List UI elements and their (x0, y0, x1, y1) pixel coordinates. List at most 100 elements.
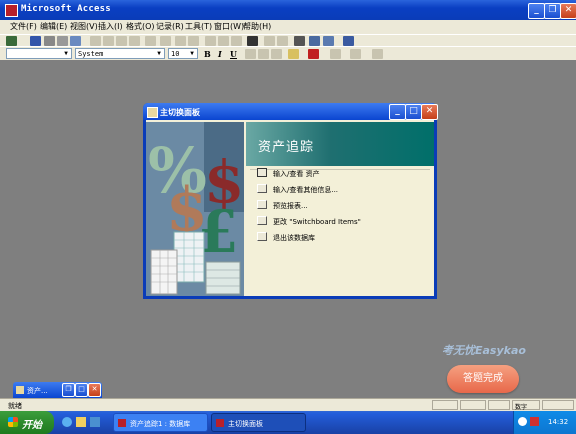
bold-button[interactable]: B (204, 49, 211, 59)
help-tray-icon[interactable] (518, 417, 527, 426)
taskbar-button-switchboard[interactable]: 主切换面板 (211, 413, 306, 432)
switchboard-close-button[interactable]: ✕ (421, 104, 438, 120)
status-pane (460, 400, 486, 410)
minimize-button[interactable]: _ (528, 3, 545, 19)
access-app-icon[interactable] (5, 4, 18, 17)
copy-icon[interactable] (103, 36, 114, 46)
filter-by-selection-icon[interactable] (205, 36, 216, 46)
menu-format[interactable]: 格式(O) (126, 21, 155, 32)
format-painter-icon[interactable] (129, 36, 140, 46)
option-button-1[interactable] (257, 168, 267, 177)
option-label-3[interactable]: 预览报表... (273, 201, 308, 211)
new-object-icon[interactable] (323, 36, 334, 46)
chevron-down-icon: ▼ (64, 50, 68, 57)
filter-by-form-icon[interactable] (218, 36, 229, 46)
restore-small-button[interactable]: ❐ (62, 383, 75, 397)
status-pane (488, 400, 510, 410)
ie-icon[interactable] (62, 417, 72, 427)
maximize-small-button[interactable]: □ (75, 383, 88, 397)
status-pane (432, 400, 458, 410)
switchboard-heading: 资产追踪 (258, 140, 315, 155)
menu-insert[interactable]: 插入(I) (98, 21, 123, 32)
font-combo-value: System (78, 50, 104, 58)
option-label-5[interactable]: 退出该数据库 (273, 233, 315, 243)
new-record-icon[interactable] (264, 36, 275, 46)
num-lock-pane: 数字 (512, 400, 540, 411)
menu-help[interactable]: 帮助(H) (243, 21, 271, 32)
access-icon (118, 419, 126, 427)
switchboard-minimize-button[interactable]: _ (389, 104, 406, 120)
form-icon (147, 107, 158, 118)
chevron-down-icon: ▼ (157, 50, 161, 57)
close-small-button[interactable]: ✕ (88, 383, 101, 397)
start-button[interactable]: 开始 (0, 411, 54, 434)
done-button[interactable]: 答题完成 (447, 365, 519, 393)
taskbar-button-database[interactable]: 资产追踪1 : 数据库 (113, 413, 208, 432)
menu-tools[interactable]: 工具(T) (185, 21, 212, 32)
fill-color-icon[interactable] (288, 49, 299, 59)
hyperlink-icon[interactable] (160, 36, 171, 46)
switchboard-window: 主切换面板 _ □ ✕ % $ $ £ 资产追踪 输入/查看 资产 输入/查看其… (143, 103, 438, 299)
option-button-2[interactable] (257, 184, 267, 193)
align-right-icon[interactable] (271, 49, 282, 59)
undo-icon[interactable] (145, 36, 156, 46)
app-title: Microsoft Access (21, 4, 111, 14)
option-button-5[interactable] (257, 232, 267, 241)
font-combo[interactable]: System ▼ (75, 48, 165, 59)
font-color-icon[interactable] (308, 49, 319, 59)
font-size-value: 10 (171, 50, 180, 58)
font-size-combo[interactable]: 10 ▼ (168, 48, 198, 59)
apply-filter-icon[interactable] (231, 36, 242, 46)
design-view-icon[interactable] (6, 36, 17, 46)
switchboard-header: 资产追踪 (246, 122, 434, 166)
align-left-icon[interactable] (245, 49, 256, 59)
windows-logo-icon (8, 417, 18, 427)
chevron-down-icon: ▼ (190, 50, 194, 57)
option-button-4[interactable] (257, 216, 267, 225)
minimized-database-window[interactable]: 资产... ❐ □ ✕ (13, 382, 102, 398)
object-combo[interactable]: ▼ (6, 48, 72, 59)
line-width-icon[interactable] (350, 49, 361, 59)
find-icon[interactable] (247, 36, 258, 46)
close-button[interactable]: ✕ (560, 3, 576, 19)
italic-button[interactable]: I (218, 49, 222, 59)
switchboard-maximize-button[interactable]: □ (405, 104, 422, 120)
option-button-3[interactable] (257, 200, 267, 209)
line-color-icon[interactable] (330, 49, 341, 59)
sort-descending-icon[interactable] (188, 36, 199, 46)
menu-edit[interactable]: 编辑(E) (40, 21, 67, 32)
menu-window[interactable]: 窗口(W) (214, 21, 244, 32)
app-titlebar: Microsoft Access _ ❐ ✕ (0, 0, 576, 20)
option-label-2[interactable]: 输入/查看其他信息... (273, 185, 338, 195)
option-label-1[interactable]: 输入/查看 资产 (273, 169, 320, 179)
spelling-icon[interactable] (70, 36, 81, 46)
clock: 14:32 (548, 418, 569, 426)
sort-ascending-icon[interactable] (175, 36, 186, 46)
finance-artwork-image: % $ $ £ (146, 122, 244, 296)
print-preview-icon[interactable] (57, 36, 68, 46)
help-icon[interactable] (343, 36, 354, 46)
antivirus-tray-icon[interactable] (530, 417, 539, 426)
database-window-icon[interactable] (309, 36, 320, 46)
restore-button[interactable]: ❐ (544, 3, 561, 19)
taskbar-button-label: 主切换面板 (228, 420, 263, 428)
properties-icon[interactable] (294, 36, 305, 46)
align-center-icon[interactable] (258, 49, 269, 59)
special-effect-icon[interactable] (372, 49, 383, 59)
underline-button[interactable]: U (230, 49, 237, 59)
print-icon[interactable] (44, 36, 55, 46)
paste-icon[interactable] (116, 36, 127, 46)
cut-icon[interactable] (90, 36, 101, 46)
database-icon (16, 386, 24, 394)
media-player-icon[interactable] (90, 417, 100, 427)
option-label-4[interactable]: 更改 "Switchboard Items" (273, 217, 361, 227)
switchboard-titlebar: 主切换面板 _ □ ✕ (143, 103, 438, 120)
status-bar: 就绪 数字 (0, 398, 576, 412)
save-icon[interactable] (30, 36, 41, 46)
delete-record-icon[interactable] (277, 36, 288, 46)
folder-icon[interactable] (76, 417, 86, 427)
menu-file[interactable]: 文件(F) (10, 21, 37, 32)
menu-view[interactable]: 视图(V) (70, 21, 98, 32)
menu-records[interactable]: 记录(R) (156, 21, 184, 32)
switchboard-title: 主切换面板 (160, 108, 200, 117)
